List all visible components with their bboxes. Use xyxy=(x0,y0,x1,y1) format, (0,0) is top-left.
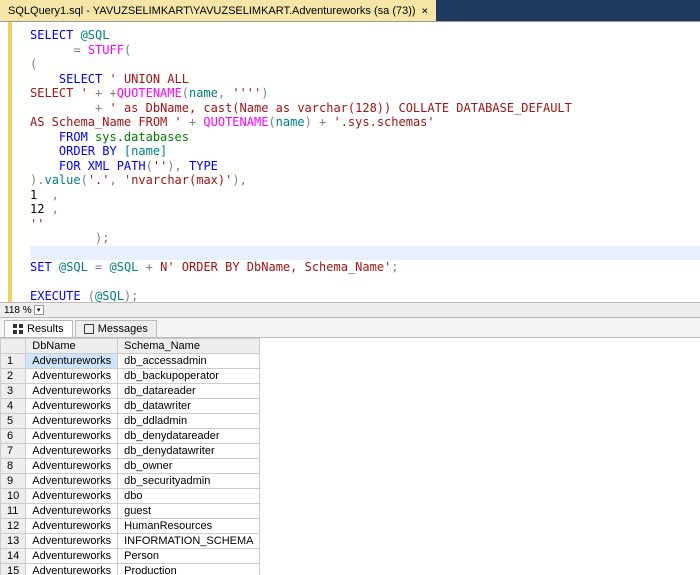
cell-schema[interactable]: db_datawriter xyxy=(118,399,260,414)
cell-dbname[interactable]: Adventureworks xyxy=(26,369,118,384)
close-icon[interactable]: × xyxy=(422,4,429,17)
row-number[interactable]: 1 xyxy=(1,354,26,369)
table-row[interactable]: 4Adventureworksdb_datawriter xyxy=(1,399,260,414)
cell-dbname[interactable]: Adventureworks xyxy=(26,564,118,575)
table-row[interactable]: 10Adventureworksdbo xyxy=(1,489,260,504)
table-row[interactable]: 7Adventureworksdb_denydatawriter xyxy=(1,444,260,459)
table-row[interactable]: 2Adventureworksdb_backupoperator xyxy=(1,369,260,384)
var: @SQL xyxy=(73,28,109,42)
row-number[interactable]: 3 xyxy=(1,384,26,399)
table-row[interactable]: 6Adventureworksdb_denydatareader xyxy=(1,429,260,444)
row-number[interactable]: 2 xyxy=(1,369,26,384)
cell-schema[interactable]: dbo xyxy=(118,489,260,504)
cell-dbname[interactable]: Adventureworks xyxy=(26,414,118,429)
table-row[interactable]: 14AdventureworksPerson xyxy=(1,549,260,564)
cell-dbname[interactable]: Adventureworks xyxy=(26,444,118,459)
kw: FOR XML PATH xyxy=(59,159,146,173)
func: QUOTENAME xyxy=(117,86,182,100)
cell-dbname[interactable]: Adventureworks xyxy=(26,534,118,549)
kw: EXECUTE xyxy=(30,289,81,302)
sql-editor[interactable]: SELECT @SQL = STUFF( ( SELECT ' UNION AL… xyxy=(8,22,700,302)
cell-dbname[interactable]: Adventureworks xyxy=(26,549,118,564)
str: ' UNION ALL xyxy=(102,72,189,86)
tab-title: SQLQuery1.sql - YAVUZSELIMKART\YAVUZSELI… xyxy=(8,5,416,17)
tab-label: Messages xyxy=(98,323,148,335)
cell-schema[interactable]: HumanResources xyxy=(118,519,260,534)
cell-dbname[interactable]: Adventureworks xyxy=(26,489,118,504)
kw: ORDER BY xyxy=(59,144,117,158)
table-row[interactable]: 15AdventureworksProduction xyxy=(1,564,260,575)
cell-dbname[interactable]: Adventureworks xyxy=(26,519,118,534)
chevron-down-icon[interactable]: ▾ xyxy=(34,305,44,315)
cell-schema[interactable]: Production xyxy=(118,564,260,575)
row-number[interactable]: 6 xyxy=(1,429,26,444)
kw: SET xyxy=(30,260,52,274)
kw: SELECT xyxy=(59,72,102,86)
row-number[interactable]: 10 xyxy=(1,489,26,504)
tab-label: Results xyxy=(27,323,64,335)
row-number[interactable]: 13 xyxy=(1,534,26,549)
grid-icon xyxy=(13,324,23,334)
corner-cell[interactable] xyxy=(1,339,26,354)
cell-dbname[interactable]: Adventureworks xyxy=(26,459,118,474)
tab-messages[interactable]: Messages xyxy=(75,320,157,337)
row-number[interactable]: 9 xyxy=(1,474,26,489)
grid-header-row: DbName Schema_Name xyxy=(1,339,260,354)
zoom-level: 118 % xyxy=(4,305,32,316)
table-row[interactable]: 5Adventureworksdb_ddladmin xyxy=(1,414,260,429)
cell-schema[interactable]: db_datareader xyxy=(118,384,260,399)
result-tab-bar: Results Messages xyxy=(0,318,700,338)
table-row[interactable]: 1Adventureworksdb_accessadmin xyxy=(1,354,260,369)
file-tab[interactable]: SQLQuery1.sql - YAVUZSELIMKART\YAVUZSELI… xyxy=(0,0,436,21)
row-number[interactable]: 4 xyxy=(1,399,26,414)
col-dbname[interactable]: DbName xyxy=(26,339,118,354)
row-number[interactable]: 5 xyxy=(1,414,26,429)
cell-schema[interactable]: db_denydatawriter xyxy=(118,444,260,459)
cell-dbname[interactable]: Adventureworks xyxy=(26,504,118,519)
kw: SELECT xyxy=(30,28,73,42)
message-icon xyxy=(84,324,94,334)
cell-schema[interactable]: guest xyxy=(118,504,260,519)
row-number[interactable]: 12 xyxy=(1,519,26,534)
cell-schema[interactable]: INFORMATION_SCHEMA xyxy=(118,534,260,549)
col-schema[interactable]: Schema_Name xyxy=(118,339,260,354)
cell-schema[interactable]: Person xyxy=(118,549,260,564)
cell-schema[interactable]: db_ddladmin xyxy=(118,414,260,429)
table-row[interactable]: 12AdventureworksHumanResources xyxy=(1,519,260,534)
table-row[interactable]: 11Adventureworksguest xyxy=(1,504,260,519)
cell-schema[interactable]: db_backupoperator xyxy=(118,369,260,384)
cell-schema[interactable]: db_denydatareader xyxy=(118,429,260,444)
func: QUOTENAME xyxy=(196,115,268,129)
cell-dbname[interactable]: Adventureworks xyxy=(26,474,118,489)
results-grid-wrap[interactable]: DbName Schema_Name 1Adventureworksdb_acc… xyxy=(0,338,700,575)
row-number[interactable]: 7 xyxy=(1,444,26,459)
row-number[interactable]: 8 xyxy=(1,459,26,474)
cell-schema[interactable]: db_owner xyxy=(118,459,260,474)
tab-results[interactable]: Results xyxy=(4,320,73,337)
row-number[interactable]: 15 xyxy=(1,564,26,575)
results-grid: DbName Schema_Name 1Adventureworksdb_acc… xyxy=(0,338,260,575)
row-number[interactable]: 11 xyxy=(1,504,26,519)
row-number[interactable]: 14 xyxy=(1,549,26,564)
table-row[interactable]: 9Adventureworksdb_securityadmin xyxy=(1,474,260,489)
cell-dbname[interactable]: Adventureworks xyxy=(26,429,118,444)
func: STUFF xyxy=(81,43,124,57)
cell-schema[interactable]: db_accessadmin xyxy=(118,354,260,369)
kw: FROM xyxy=(59,130,88,144)
table-row[interactable]: 3Adventureworksdb_datareader xyxy=(1,384,260,399)
cell-dbname[interactable]: Adventureworks xyxy=(26,354,118,369)
cell-dbname[interactable]: Adventureworks xyxy=(26,384,118,399)
zoom-bar: 118 % ▾ xyxy=(0,302,700,318)
table-row[interactable]: 13AdventureworksINFORMATION_SCHEMA xyxy=(1,534,260,549)
cell-schema[interactable]: db_securityadmin xyxy=(118,474,260,489)
tab-bar: SQLQuery1.sql - YAVUZSELIMKART\YAVUZSELI… xyxy=(0,0,700,22)
cell-dbname[interactable]: Adventureworks xyxy=(26,399,118,414)
table-row[interactable]: 8Adventureworksdb_owner xyxy=(1,459,260,474)
